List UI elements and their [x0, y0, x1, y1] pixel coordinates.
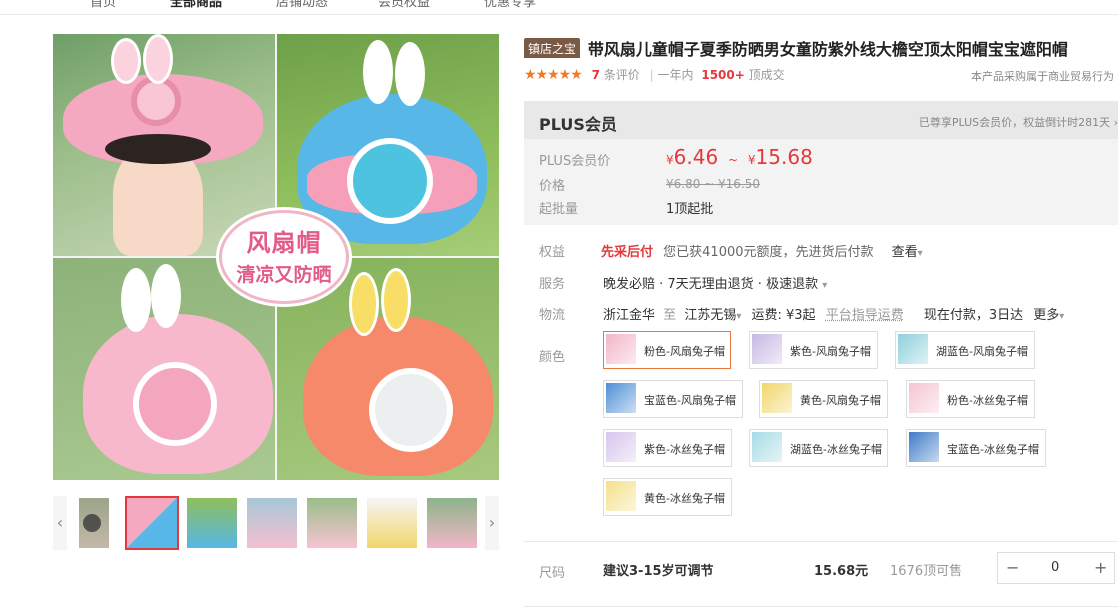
- divider: [524, 541, 1118, 542]
- chevron-down-icon: ▾: [917, 248, 923, 259]
- color-label: 颜色: [539, 350, 566, 365]
- top-nav: 首页 全部商品 店铺动态 会员权益 优惠专享: [0, 0, 1118, 15]
- color-option-6[interactable]: 粉色-冰丝兔子帽: [906, 380, 1035, 418]
- freight-guide-link[interactable]: 平台指导运费: [826, 308, 904, 323]
- logistics-row: 浙江金华 至 江苏无锡▾ 运费: ¥3起 平台指导运费 现在付款，3日达 更多▾: [603, 308, 1065, 323]
- plus-button[interactable]: +: [1094, 558, 1107, 577]
- color-option-2[interactable]: 紫色-风扇兔子帽: [749, 331, 878, 369]
- service-label: 服务: [539, 277, 566, 292]
- thumbnail-5[interactable]: [365, 496, 419, 550]
- chevron-down-icon: ▾: [736, 311, 742, 322]
- thumbnail-strip: ‹ ›: [53, 496, 499, 550]
- logistics-label: 物流: [539, 308, 566, 323]
- video-thumbnail[interactable]: [77, 496, 111, 550]
- nav-home[interactable]: 首页: [90, 0, 116, 10]
- service-row[interactable]: 晚发必赔 · 7天无理由退货 · 极速退款 ▾: [603, 273, 827, 292]
- swatch-thumbnail: [606, 481, 636, 511]
- rights-view-link[interactable]: 查看▾: [892, 245, 923, 260]
- sold-prefix: 一年内: [657, 68, 694, 82]
- color-option-5[interactable]: 黄色-风扇兔子帽: [759, 380, 888, 418]
- thumb-next-arrow[interactable]: ›: [485, 496, 499, 550]
- banner-title: 风扇帽: [246, 229, 322, 257]
- rights-label: 权益: [539, 245, 566, 260]
- price-box: PLUS会员 已尊享PLUS会员价，权益倒计时281天 › PLUS会员价 ¥6…: [524, 101, 1118, 225]
- thumbnail-3[interactable]: [245, 496, 299, 550]
- thumbnail-1[interactable]: [125, 496, 179, 550]
- chevron-down-icon: ▾: [1059, 311, 1065, 322]
- ship-time: 现在付款，3日达: [923, 308, 1024, 323]
- review-suffix[interactable]: 条评价: [604, 68, 640, 82]
- rights-row: 先采后付 您已获41000元额度，先进货后付款 查看▾: [601, 241, 923, 260]
- ship-from: 浙江金华: [603, 308, 656, 323]
- thumbnail-4[interactable]: [305, 496, 359, 550]
- swatch-thumbnail: [909, 432, 939, 462]
- swatch-thumbnail: [752, 334, 782, 364]
- swatch-thumbnail: [762, 383, 792, 413]
- promo-banner: 风扇帽 清凉又防晒: [219, 210, 349, 304]
- service-text: 晚发必赔 · 7天无理由退货 · 极速退款: [603, 277, 819, 292]
- purchase-note: 本产品采购属于商业贸易行为: [971, 70, 1114, 83]
- rights-text: 您已获41000元额度，先进货后付款: [663, 245, 874, 260]
- sold-suffix: 顶成交: [748, 68, 785, 82]
- chevron-down-icon: ▾: [822, 280, 828, 291]
- ship-to-selector[interactable]: 江苏无锡▾: [684, 308, 741, 323]
- color-option-4[interactable]: 宝蓝色-风扇兔子帽: [603, 380, 743, 418]
- swatch-thumbnail: [909, 383, 939, 413]
- size-stock: 1676顶可售: [890, 564, 963, 579]
- swatch-thumbnail: [606, 334, 636, 364]
- product-title-row: 镇店之宝 带风扇儿童帽子夏季防晒男女童防紫外线大檐空顶太阳帽宝宝遮阳帽: [524, 36, 1118, 58]
- play-icon: [83, 514, 101, 532]
- color-option-1[interactable]: 粉色-风扇兔子帽: [603, 331, 731, 369]
- nav-news[interactable]: 店铺动态: [276, 0, 328, 10]
- banner-subtitle: 清凉又防晒: [236, 264, 332, 286]
- plus-price-label: PLUS会员价: [539, 154, 611, 169]
- freight: 运费: ¥3起: [751, 308, 816, 323]
- nav-offers[interactable]: 优惠专享: [484, 0, 536, 10]
- color-option-8[interactable]: 湖蓝色-冰丝兔子帽: [749, 429, 888, 467]
- price-label: 价格: [539, 179, 566, 194]
- plus-countdown-link[interactable]: 已尊享PLUS会员价，权益倒计时281天 ›: [919, 114, 1118, 130]
- plus-title: PLUS会员: [539, 115, 617, 134]
- size-price: 15.68元: [814, 564, 869, 579]
- moq-label: 起批量: [539, 202, 579, 217]
- swatch-thumbnail: [898, 334, 928, 364]
- nav-member[interactable]: 会员权益: [378, 0, 430, 10]
- swatch-thumbnail: [752, 432, 782, 462]
- quantity-input[interactable]: 0: [1051, 560, 1059, 575]
- plus-price-high: 15.68: [755, 145, 813, 169]
- thumb-prev-arrow[interactable]: ‹: [53, 496, 67, 550]
- minus-button[interactable]: −: [1006, 558, 1019, 577]
- main-product-image[interactable]: 风扇帽 清凉又防晒: [53, 34, 499, 480]
- rating-stars-icon: ★★★★★: [524, 67, 583, 83]
- quantity-stepper: − 0 +: [997, 552, 1115, 584]
- review-count[interactable]: 7: [592, 68, 600, 82]
- rights-tag: 先采后付: [601, 245, 654, 260]
- nav-all-products[interactable]: 全部商品: [170, 0, 222, 10]
- color-option-3[interactable]: 湖蓝色-风扇兔子帽: [895, 331, 1035, 369]
- plus-price-low: 6.46: [673, 145, 719, 169]
- moq-value: 1顶起批: [666, 202, 714, 217]
- bottom-divider: [524, 606, 1118, 607]
- size-label: 尺码: [539, 566, 566, 581]
- plus-header: PLUS会员 已尊享PLUS会员价，权益倒计时281天 ›: [524, 101, 1118, 139]
- color-option-7[interactable]: 紫色-冰丝兔子帽: [603, 429, 732, 467]
- color-option-9[interactable]: 宝蓝色-冰丝兔子帽: [906, 429, 1046, 467]
- shop-treasure-badge: 镇店之宝: [524, 37, 581, 58]
- plus-price-range: ¥6.46 ~ ¥15.68: [666, 145, 813, 169]
- thumbnail-2[interactable]: [185, 496, 239, 550]
- thumbnail-6[interactable]: [425, 496, 479, 550]
- product-title: 带风扇儿童帽子夏季防晒男女童防紫外线大檐空顶太阳帽宝宝遮阳帽: [587, 40, 1068, 58]
- original-price: ¥6.80 ~ ¥16.50: [666, 177, 761, 191]
- swatch-thumbnail: [606, 383, 636, 413]
- size-option: 建议3-15岁可调节: [603, 564, 714, 579]
- swatch-thumbnail: [606, 432, 636, 462]
- rating-row: ★★★★★ 7 条评价 | 一年内 1500+ 顶成交 本产品采购属于商业贸易行…: [524, 67, 1114, 83]
- more-shipping-link[interactable]: 更多▾: [1033, 308, 1064, 323]
- color-option-10[interactable]: 黄色-冰丝兔子帽: [603, 478, 732, 516]
- sold-count: 1500+: [701, 68, 745, 82]
